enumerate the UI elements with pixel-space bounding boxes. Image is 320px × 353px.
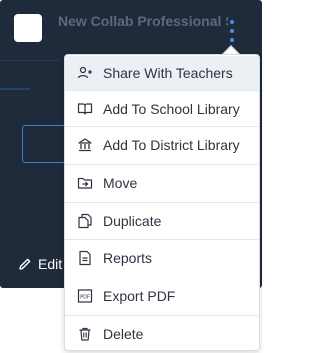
edit-label: Edit (38, 256, 63, 272)
menu-item-label: Export PDF (103, 288, 176, 304)
card-field[interactable] (22, 125, 68, 163)
menu-separator (65, 202, 259, 203)
menu-separator (65, 315, 259, 316)
menu-item-move[interactable]: Move (65, 166, 259, 200)
menu-item-duplicate[interactable]: Duplicate (65, 204, 259, 238)
more-options-icon[interactable] (226, 20, 238, 42)
menu-item-reports[interactable]: Reports (65, 241, 259, 275)
menu-item-label: Share With Teachers (103, 65, 233, 81)
copy-icon (77, 213, 93, 229)
card-title: New Collab Professional Services (58, 13, 228, 29)
trash-icon (77, 326, 93, 342)
edit-button[interactable]: Edit (18, 254, 62, 274)
menu-item-label: Add To School Library (103, 101, 240, 117)
book-icon (77, 101, 93, 117)
menu-separator (65, 164, 259, 165)
menu-separator (65, 126, 259, 127)
pencil-icon (18, 257, 32, 271)
menu-item-label: Add To District Library (103, 137, 240, 153)
card-thumbnail (14, 14, 42, 42)
context-menu: Share With Teachers Add To School Librar… (64, 54, 260, 351)
institution-icon (77, 137, 93, 153)
menu-separator (65, 90, 259, 91)
menu-item-add-to-school-library[interactable]: Add To School Library (65, 92, 259, 126)
menu-separator (65, 239, 259, 240)
menu-item-label: Reports (103, 250, 153, 266)
folder-move-icon (77, 175, 93, 191)
svg-text:PDF: PDF (80, 295, 90, 301)
menu-item-export-pdf[interactable]: PDF Export PDF (65, 279, 259, 313)
menu-item-label: Delete (103, 326, 144, 342)
menu-item-label: Duplicate (103, 213, 162, 229)
menu-item-delete[interactable]: Delete (65, 317, 259, 351)
divider (0, 88, 30, 90)
menu-item-add-to-district-library[interactable]: Add To District Library (65, 128, 259, 162)
menu-item-share-with-teachers[interactable]: Share With Teachers (65, 56, 259, 90)
report-icon (77, 250, 93, 266)
divider (0, 60, 60, 61)
menu-item-label: Move (103, 175, 138, 191)
pdf-icon: PDF (77, 288, 93, 304)
share-teachers-icon (77, 65, 93, 81)
